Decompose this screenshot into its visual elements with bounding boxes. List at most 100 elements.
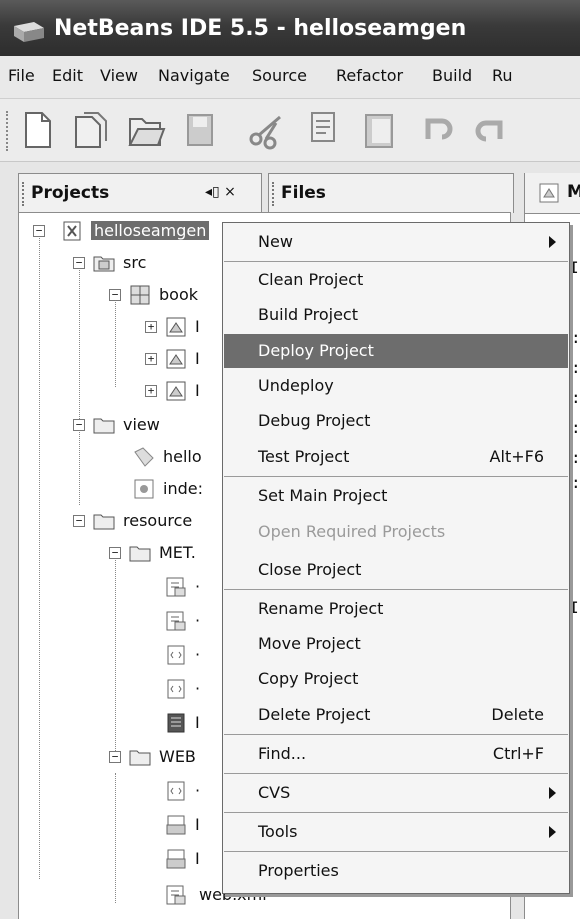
menu-item-test-project[interactable]: Test Project Alt+F6 bbox=[224, 440, 568, 474]
menu-item-find[interactable]: Find... Ctrl+F bbox=[224, 737, 568, 771]
toolbar-grip[interactable] bbox=[6, 111, 12, 151]
tree-node-label: · bbox=[195, 577, 201, 596]
title-bar: NetBeans IDE 5.5 - helloseamgen bbox=[0, 0, 580, 57]
menu-item-label: Delete Project bbox=[258, 705, 371, 724]
menu-item-label: Rename Project bbox=[258, 599, 384, 618]
copy-icon[interactable] bbox=[304, 109, 344, 151]
tree-node-file[interactable]: · bbox=[19, 573, 219, 601]
new-file-icon[interactable] bbox=[18, 109, 58, 151]
gutter-mark: : bbox=[571, 418, 580, 437]
menu-item-undeploy[interactable]: Undeploy bbox=[224, 369, 568, 403]
menu-item-clean-project[interactable]: Clean Project bbox=[224, 263, 568, 297]
menu-item-debug-project[interactable]: Debug Project bbox=[224, 404, 568, 438]
menu-item-close-project[interactable]: Close Project bbox=[224, 553, 568, 587]
jsf-config-icon bbox=[166, 849, 186, 869]
menu-item-cvs[interactable]: CVS bbox=[224, 776, 568, 810]
menu-item-build-project[interactable]: Build Project bbox=[224, 298, 568, 332]
menu-separator bbox=[224, 261, 568, 262]
tab-projects[interactable]: Projects ◂▯ × bbox=[18, 173, 262, 213]
tree-node-label: resource bbox=[123, 511, 193, 530]
gutter-mark: I bbox=[569, 598, 579, 617]
tree-node-label: · bbox=[195, 781, 201, 800]
tab-grip bbox=[22, 182, 27, 206]
expand-icon[interactable]: + bbox=[145, 321, 157, 333]
tree-node-class[interactable]: + I bbox=[19, 377, 219, 405]
tree-node-file[interactable]: inde: bbox=[19, 475, 219, 503]
expand-icon[interactable]: + bbox=[145, 353, 157, 365]
tree-node-class[interactable]: + I bbox=[19, 345, 219, 373]
collapse-icon[interactable]: − bbox=[73, 257, 85, 269]
tree-node-src[interactable]: − src bbox=[19, 249, 219, 277]
collapse-icon[interactable]: − bbox=[109, 751, 121, 763]
menu-item-deploy-project[interactable]: Deploy Project bbox=[224, 334, 568, 368]
menu-run[interactable]: Ru bbox=[492, 66, 513, 85]
folder-icon bbox=[93, 418, 115, 434]
tree-node-file[interactable]: · bbox=[19, 777, 219, 805]
collapse-icon[interactable]: − bbox=[73, 515, 85, 527]
save-all-icon[interactable] bbox=[180, 109, 220, 151]
menu-item-label: Find... bbox=[258, 744, 307, 763]
tree-node-web-inf[interactable]: − WEB bbox=[19, 743, 219, 771]
menu-item-shortcut: Delete bbox=[491, 705, 544, 724]
menu-item-move-project[interactable]: Move Project bbox=[224, 627, 568, 661]
expand-icon[interactable]: + bbox=[145, 385, 157, 397]
menu-edit[interactable]: Edit bbox=[52, 66, 83, 85]
collapse-icon[interactable]: − bbox=[33, 225, 45, 237]
collapse-icon[interactable]: − bbox=[109, 547, 121, 559]
menu-separator bbox=[224, 734, 568, 735]
menu-item-tools[interactable]: Tools bbox=[224, 815, 568, 849]
properties-file-icon bbox=[167, 713, 185, 733]
source-folder-icon bbox=[93, 256, 115, 272]
menu-refactor[interactable]: Refactor bbox=[336, 66, 403, 85]
class-file-icon bbox=[539, 183, 559, 203]
collapse-icon[interactable]: − bbox=[73, 419, 85, 431]
package-icon bbox=[130, 285, 150, 305]
tree-node-file[interactable]: I bbox=[19, 811, 219, 839]
menu-item-label: Deploy Project bbox=[258, 341, 374, 360]
tag-file-icon bbox=[134, 447, 154, 467]
menu-item-label: Close Project bbox=[258, 560, 362, 579]
gutter-mark: : bbox=[571, 473, 580, 492]
menu-item-copy-project[interactable]: Copy Project bbox=[224, 662, 568, 696]
submenu-arrow-icon bbox=[549, 826, 556, 838]
tree-node-label: I bbox=[195, 713, 200, 732]
menu-item-rename-project[interactable]: Rename Project bbox=[224, 592, 568, 626]
project-context-menu: New Clean Project Build Project Deploy P… bbox=[222, 222, 570, 894]
tree-node-package[interactable]: − book bbox=[19, 281, 219, 309]
collapse-icon[interactable]: − bbox=[109, 289, 121, 301]
menu-navigate[interactable]: Navigate bbox=[158, 66, 230, 85]
menu-item-properties[interactable]: Properties bbox=[224, 854, 568, 888]
menu-item-label: CVS bbox=[258, 783, 291, 802]
menu-item-new[interactable]: New bbox=[224, 225, 568, 259]
tree-node-meta-inf[interactable]: − MET. bbox=[19, 539, 219, 567]
menu-item-set-main-project[interactable]: Set Main Project bbox=[224, 479, 568, 513]
tree-node-file[interactable]: · bbox=[19, 641, 219, 669]
tree-node-file[interactable]: I bbox=[19, 845, 219, 873]
tree-node-file[interactable]: · bbox=[19, 607, 219, 635]
tree-node-label: book bbox=[159, 285, 198, 304]
cut-icon[interactable] bbox=[246, 109, 286, 151]
tab-controls[interactable]: ◂▯ × bbox=[205, 184, 236, 200]
undo-icon[interactable] bbox=[416, 109, 456, 151]
tree-node-label: hello bbox=[163, 447, 202, 466]
open-project-icon[interactable] bbox=[126, 109, 166, 151]
tree-node-file[interactable]: I bbox=[19, 709, 219, 737]
paste-icon[interactable] bbox=[360, 109, 400, 151]
tree-node-resources[interactable]: − resource bbox=[19, 507, 219, 535]
tree-node-file[interactable]: hello bbox=[19, 443, 219, 471]
tree-node-file[interactable]: · bbox=[19, 675, 219, 703]
menu-build[interactable]: Build bbox=[432, 66, 472, 85]
tree-node-class[interactable]: + I bbox=[19, 313, 219, 341]
tab-files[interactable]: Files bbox=[268, 173, 514, 213]
tree-node-view[interactable]: − view bbox=[19, 411, 219, 439]
gutter-mark: : bbox=[571, 358, 580, 377]
menu-source[interactable]: Source bbox=[252, 66, 307, 85]
tree-node-label: · bbox=[195, 611, 201, 630]
editor-tab[interactable]: M bbox=[525, 173, 580, 214]
menu-item-delete-project[interactable]: Delete Project Delete bbox=[224, 698, 568, 732]
redo-icon[interactable] bbox=[472, 109, 512, 151]
menu-view[interactable]: View bbox=[100, 66, 138, 85]
new-project-icon[interactable] bbox=[70, 109, 110, 151]
gutter-mark: I bbox=[569, 258, 579, 277]
menu-file[interactable]: File bbox=[8, 66, 35, 85]
